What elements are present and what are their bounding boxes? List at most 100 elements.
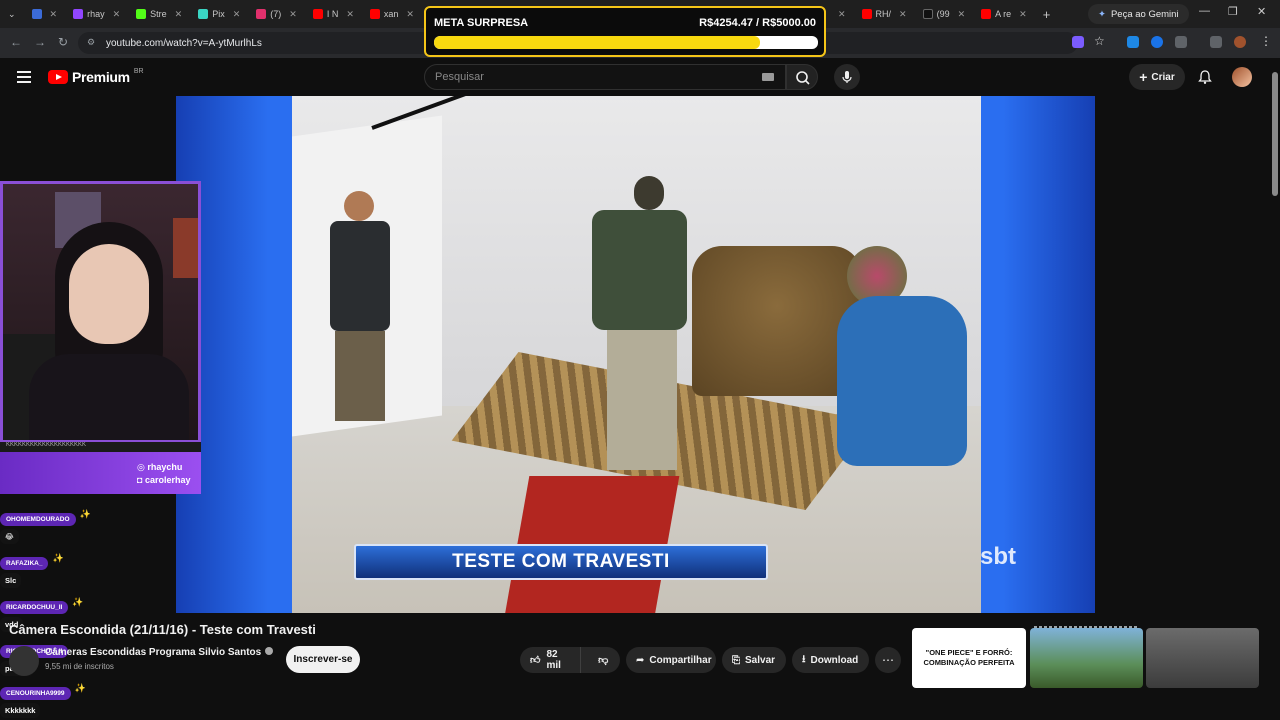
- page-scrollbar[interactable]: [1270, 62, 1280, 692]
- bookmark-icon: ⎘: [732, 654, 740, 666]
- youtube-play-icon: [48, 70, 68, 84]
- tab-label: A re: [995, 9, 1012, 19]
- search-placeholder: Pesquisar: [435, 71, 484, 83]
- menu-icon[interactable]: [17, 71, 31, 86]
- video-lower-third: TESTE COM TRAVESTI: [354, 544, 768, 580]
- download-label: Download: [810, 654, 859, 666]
- close-icon[interactable]: ✕: [175, 9, 183, 20]
- browser-tab-3[interactable]: Pix ✕: [190, 0, 248, 28]
- like-button[interactable]: 👍︎ 82 mil: [520, 647, 582, 673]
- channel-avatar[interactable]: [9, 646, 39, 676]
- close-icon[interactable]: ✕: [346, 9, 354, 20]
- plus-icon: +: [1042, 6, 1051, 22]
- menu-dots-icon[interactable]: ⋮: [1260, 34, 1272, 48]
- thumbnail-text: "ONE PIECE" E FORRÓ: COMBINAÇÃO PERFEITA: [923, 648, 1015, 667]
- share-button[interactable]: ➦ Compartilhar: [626, 647, 716, 673]
- scrollbar-thumb[interactable]: [1272, 72, 1278, 196]
- account-avatar[interactable]: [1232, 67, 1252, 87]
- browser-tab-5[interactable]: I N ✕: [305, 0, 362, 28]
- chat-message: RAFAZIKA_✨ Slc: [0, 552, 64, 588]
- browser-tab-2[interactable]: Stre ✕: [128, 0, 190, 28]
- more-actions-button[interactable]: ⋯: [875, 647, 901, 673]
- video-player[interactable]: TESTE COM TRAVESTI sbt: [176, 96, 1095, 613]
- close-window-icon[interactable]: ✕: [1257, 5, 1266, 18]
- voice-search-button[interactable]: [834, 64, 860, 90]
- bookmark-star-icon[interactable]: ☆: [1094, 34, 1105, 48]
- thumbs-up-icon: 👍︎: [530, 655, 541, 666]
- chat-message: CENOURINHA9999✨ Kkkkkkk: [0, 682, 86, 718]
- search-input[interactable]: Pesquisar: [424, 64, 786, 90]
- subscribe-button[interactable]: Inscrever-se: [286, 646, 360, 673]
- download-icon: ⭳: [802, 653, 806, 665]
- profile-avatar[interactable]: [1234, 36, 1246, 48]
- emote-icon: ✨: [52, 553, 64, 563]
- brand-label: Premium: [72, 69, 130, 85]
- browser-tab-6[interactable]: xan ✕: [362, 0, 422, 28]
- overlay-ticker: KKKKKKKKKKKKKKKKKKKK: [0, 442, 201, 452]
- instagram-icon: ◎: [137, 462, 148, 472]
- create-button[interactable]: + Criar: [1129, 64, 1185, 90]
- close-icon[interactable]: ✕: [1019, 9, 1027, 20]
- youtube-logo[interactable]: Premium BR: [48, 68, 144, 85]
- extension-icon[interactable]: [1151, 36, 1163, 48]
- recommended-video-thumbnail[interactable]: "ONE PIECE" E FORRÓ: COMBINAÇÃO PERFEITA: [912, 628, 1026, 688]
- tabs-left-group: ⌄ ✕ rhay ✕ Stre ✕ Pix ✕ (7) ✕ I N ✕ xan ✕: [0, 0, 422, 28]
- extension-icon[interactable]: [1072, 36, 1084, 48]
- secondary-handle-text: carolerhay: [144, 475, 191, 485]
- maximize-icon[interactable]: ❐: [1228, 5, 1238, 18]
- close-icon[interactable]: ✕: [958, 9, 966, 20]
- close-icon[interactable]: ✕: [838, 9, 846, 20]
- browser-tab-7[interactable]: ✕: [826, 0, 854, 28]
- download-button[interactable]: ⭳ Download: [792, 647, 869, 673]
- browser-tab-10[interactable]: A re ✕: [973, 0, 1035, 28]
- gemini-button[interactable]: ✦ Peça ao Gemini: [1088, 4, 1189, 24]
- browser-tab-0[interactable]: ✕: [24, 0, 66, 28]
- close-icon[interactable]: ✕: [899, 9, 907, 20]
- keyboard-icon[interactable]: [762, 73, 774, 81]
- puzzle-icon[interactable]: [1175, 36, 1187, 48]
- back-icon[interactable]: ←: [10, 35, 22, 49]
- save-button[interactable]: ⎘ Salvar: [722, 647, 786, 673]
- dislike-button[interactable]: 👎︎: [586, 654, 620, 666]
- search-icon: [796, 71, 810, 85]
- close-icon[interactable]: ✕: [406, 9, 414, 20]
- browser-tab-8[interactable]: RH/ ✕: [854, 0, 915, 28]
- tab-label: (7): [270, 9, 282, 19]
- close-icon[interactable]: ✕: [289, 9, 297, 20]
- webcam-face: [69, 244, 149, 344]
- search-button[interactable]: [786, 64, 818, 90]
- like-dislike-group: 👍︎ 82 mil 👎︎: [520, 647, 620, 673]
- tab-favicon-icon: [312, 9, 323, 19]
- minimize-icon[interactable]: —: [1199, 5, 1210, 17]
- tab-list-dropdown[interactable]: ⌄: [0, 0, 24, 28]
- chat-username: RAFAZIKA_: [0, 557, 49, 570]
- chat-message: OHOMEMDOURADO✨ 😂: [0, 508, 91, 544]
- close-icon[interactable]: ✕: [113, 9, 121, 20]
- channel-name[interactable]: Câmeras Escondidas Programa Silvio Santo…: [45, 647, 274, 658]
- goal-amount: R$4254.47 / R$5000.00: [699, 17, 816, 29]
- url-text: youtube.com/watch?v=A-ytMurlhLs: [106, 37, 262, 49]
- close-icon[interactable]: ✕: [50, 9, 58, 20]
- close-icon[interactable]: ✕: [233, 9, 241, 20]
- browser-tab-4[interactable]: (7) ✕: [248, 0, 305, 28]
- save-label: Salvar: [745, 654, 776, 666]
- recommended-video-thumbnail[interactable]: [1146, 628, 1259, 688]
- browser-tab-1[interactable]: rhay ✕: [65, 0, 128, 28]
- emote-icon: ✨: [72, 597, 84, 607]
- tab-label: xan: [383, 9, 399, 19]
- download-extension-icon[interactable]: [1127, 36, 1139, 48]
- browser-tab-9[interactable]: (99 ✕: [915, 0, 974, 28]
- site-info-icon[interactable]: ⚙: [87, 37, 95, 48]
- goal-progress-bar: [434, 36, 818, 49]
- reload-icon[interactable]: ↻: [58, 35, 68, 49]
- scene-person-boom-operator: [322, 191, 392, 441]
- forward-icon[interactable]: →: [34, 35, 46, 49]
- video-title: Câmera Escondida (21/11/16) - Teste com …: [9, 622, 316, 637]
- chat-text: Kkkkkkk: [0, 703, 41, 718]
- recommended-video-thumbnail[interactable]: [1030, 628, 1143, 688]
- reading-list-icon[interactable]: [1210, 36, 1222, 48]
- notifications-bell-icon[interactable]: [1197, 69, 1213, 85]
- tab-favicon-icon: [136, 9, 147, 19]
- tab-label: RH/: [875, 9, 892, 19]
- new-tab-button[interactable]: +: [1035, 0, 1059, 28]
